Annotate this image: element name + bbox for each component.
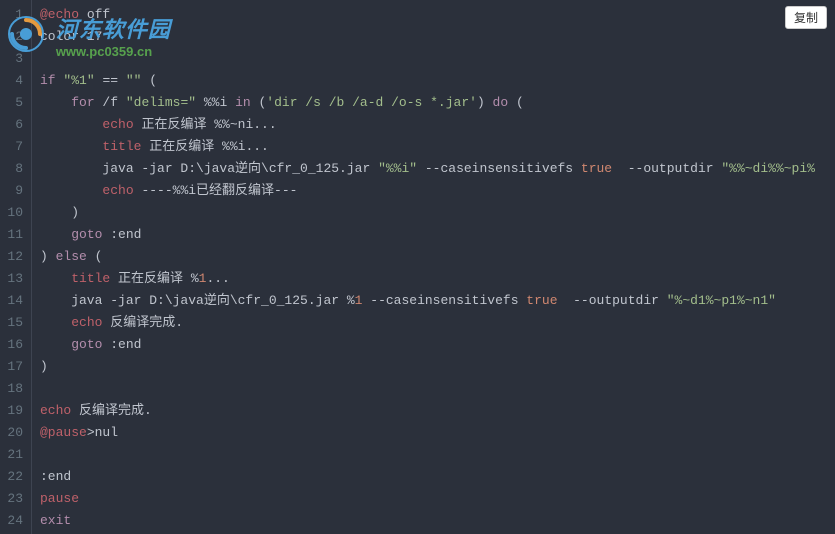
code-line: pause: [40, 488, 835, 510]
code-line: java -jar D:\java逆向\cfr_0_125.jar %1 --c…: [40, 290, 835, 312]
line-number: 23: [4, 488, 23, 510]
code-line: title 正在反编译 %%i...: [40, 136, 835, 158]
code-line: ): [40, 356, 835, 378]
line-number: 12: [4, 246, 23, 268]
line-number: 2: [4, 26, 23, 48]
line-number: 4: [4, 70, 23, 92]
line-number: 21: [4, 444, 23, 466]
line-number: 8: [4, 158, 23, 180]
line-number: 5: [4, 92, 23, 114]
line-number: 10: [4, 202, 23, 224]
copy-button[interactable]: 复制: [785, 6, 827, 29]
line-number: 1: [4, 4, 23, 26]
code-line: java -jar D:\java逆向\cfr_0_125.jar "%%i" …: [40, 158, 835, 180]
line-number: 24: [4, 510, 23, 532]
code-line: for /f "delims=" %%i in ('dir /s /b /a-d…: [40, 92, 835, 114]
code-line: title 正在反编译 %1...: [40, 268, 835, 290]
code-line: exit: [40, 510, 835, 532]
code-line: ): [40, 202, 835, 224]
code-line: [40, 378, 835, 400]
line-number: 13: [4, 268, 23, 290]
code-line: if "%1" == "" (: [40, 70, 835, 92]
code-line: [40, 444, 835, 466]
line-number: 17: [4, 356, 23, 378]
line-number: 9: [4, 180, 23, 202]
line-number: 14: [4, 290, 23, 312]
code-line: echo ----%%i已经翻反编译---: [40, 180, 835, 202]
line-number: 15: [4, 312, 23, 334]
code-line: [40, 48, 835, 70]
line-number: 3: [4, 48, 23, 70]
line-number: 6: [4, 114, 23, 136]
code-area[interactable]: @echo offcolor 17 if "%1" == "" ( for /f …: [32, 0, 835, 534]
line-number: 20: [4, 422, 23, 444]
line-number: 19: [4, 400, 23, 422]
code-editor: 123456789101112131415161718192021222324 …: [0, 0, 835, 534]
code-line: @echo off: [40, 4, 835, 26]
line-number: 18: [4, 378, 23, 400]
code-line: echo 反编译完成.: [40, 400, 835, 422]
code-line: echo 反编译完成.: [40, 312, 835, 334]
code-line: echo 正在反编译 %%~ni...: [40, 114, 835, 136]
line-number: 22: [4, 466, 23, 488]
line-number: 16: [4, 334, 23, 356]
line-number: 11: [4, 224, 23, 246]
line-number-gutter: 123456789101112131415161718192021222324: [0, 0, 32, 534]
code-line: :end: [40, 466, 835, 488]
code-line: ) else (: [40, 246, 835, 268]
line-number: 7: [4, 136, 23, 158]
code-line: color 17: [40, 26, 835, 48]
code-line: goto :end: [40, 224, 835, 246]
code-line: goto :end: [40, 334, 835, 356]
code-line: @pause>nul: [40, 422, 835, 444]
